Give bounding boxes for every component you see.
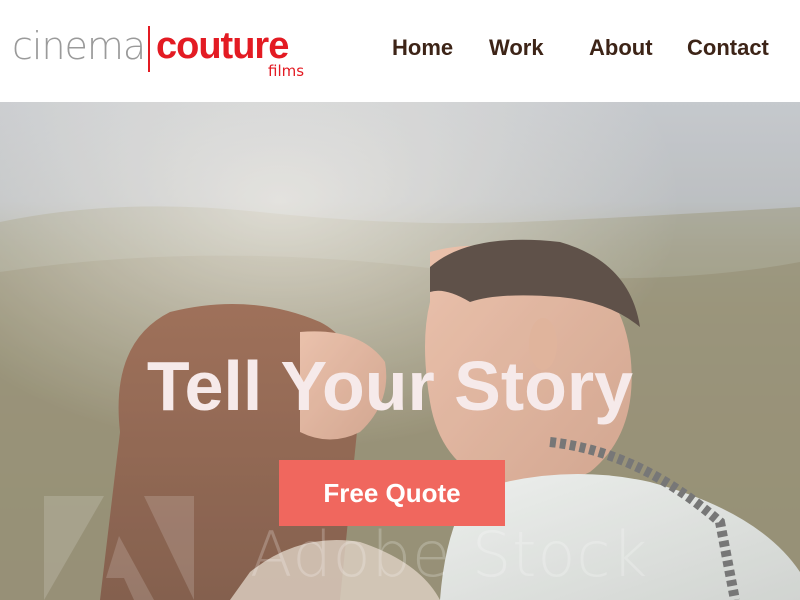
logo-word-films: films xyxy=(268,62,305,80)
hero-section: Adobe Stock Tell Your Story Free Quote xyxy=(0,102,800,600)
site-header: cinema couture films Home Work About Con… xyxy=(0,0,800,102)
nav-contact[interactable]: Contact xyxy=(687,34,769,62)
adobe-stock-watermark-text: Adobe Stock xyxy=(250,518,649,591)
adobe-stock-watermark-logo xyxy=(44,496,194,600)
nav-about[interactable]: About xyxy=(589,34,653,62)
main-nav: Home Work About Contact xyxy=(0,34,800,64)
free-quote-button[interactable]: Free Quote xyxy=(279,460,505,526)
hero-title: Tell Your Story xyxy=(146,347,634,425)
nav-home[interactable]: Home xyxy=(392,34,453,62)
nav-work[interactable]: Work xyxy=(489,34,544,62)
